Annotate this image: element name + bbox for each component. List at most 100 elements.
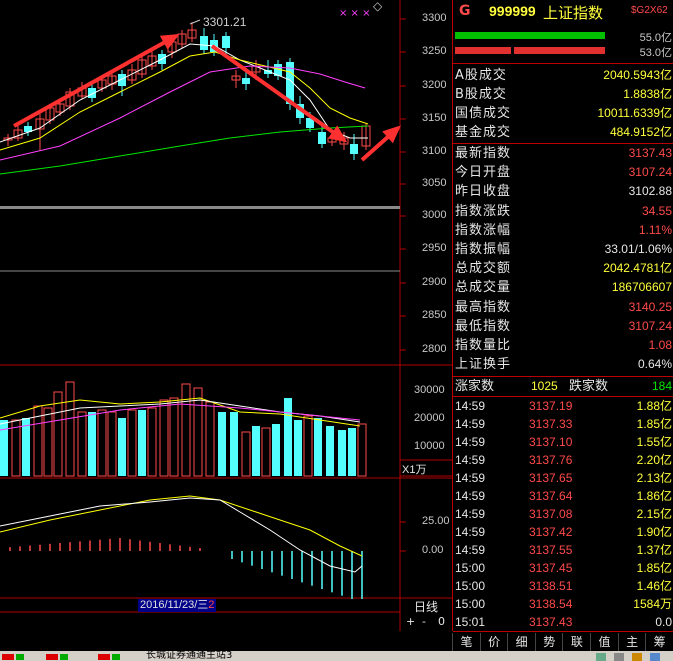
ma60-line <box>0 125 369 175</box>
status-text: 长城证券通通主站3 <box>146 650 233 661</box>
volume-bar <box>294 420 302 476</box>
tick-row[interactable]: 14:59 3137.33 1.85亿 <box>455 415 673 433</box>
tick-time: 14:59 <box>455 399 486 413</box>
up-count-value: 1025 <box>531 379 558 393</box>
price-tick-label: 2850 <box>422 309 447 321</box>
turnover-label: 国债成交 <box>455 106 512 121</box>
tick-price: 3137.45 <box>529 561 573 575</box>
tick-row[interactable]: 14:59 3137.10 1.55亿 <box>455 433 673 451</box>
tick-row[interactable]: 14:59 3137.64 1.86亿 <box>455 487 673 505</box>
tray-icon[interactable] <box>650 653 660 661</box>
candle-body <box>318 132 326 144</box>
stat-row: 指数涨幅 1.11% <box>455 221 673 240</box>
tray-icon[interactable] <box>614 653 624 661</box>
price-tick-label: 3000 <box>422 209 447 221</box>
tick-price: 3137.42 <box>529 525 573 539</box>
buy-power-label: 55.0亿 <box>639 32 672 44</box>
volume-bar <box>338 430 346 476</box>
kline-chart[interactable] <box>0 0 452 631</box>
tick-row[interactable]: 14:59 3137.76 2.20亿 <box>455 451 673 469</box>
turnover-row: B股成交 1.8838亿 <box>455 85 673 104</box>
stat-row: 最低指数 3107.24 <box>455 317 673 336</box>
tab-1[interactable]: 价 <box>479 633 508 651</box>
stat-row: 总成交量 186706607 <box>455 278 673 297</box>
volume-bar <box>252 426 260 476</box>
tick-time: 14:59 <box>455 543 486 557</box>
tab-6[interactable]: 主 <box>617 633 646 651</box>
tick-price: 3137.65 <box>529 471 573 485</box>
tick-row[interactable]: 14:59 3137.19 1.88亿 <box>455 397 673 415</box>
turnover-label: B股成交 <box>455 87 507 102</box>
price-tick-label: 2900 <box>422 276 447 288</box>
period-label[interactable]: 日线 <box>414 598 438 615</box>
stat-value: 1.11% <box>638 222 672 237</box>
tick-row[interactable]: 14:59 3137.08 2.15亿 <box>455 505 673 523</box>
stat-value: 3107.24 <box>628 165 672 180</box>
tick-row[interactable]: 14:59 3137.42 1.90亿 <box>455 523 673 541</box>
tray-icon[interactable] <box>596 653 606 661</box>
volume-bar <box>88 412 96 476</box>
sell-power-bar-gap <box>511 47 514 54</box>
down-count-value: 184 <box>651 379 672 393</box>
tray-icon[interactable] <box>632 653 642 661</box>
price-tick-label: 2800 <box>422 343 447 355</box>
tick-volume: 0.0 <box>655 615 672 629</box>
stat-value: 1.08 <box>648 338 672 352</box>
tab-0[interactable]: 笔 <box>452 633 480 651</box>
tab-5[interactable]: 值 <box>590 633 618 651</box>
tick-row[interactable]: 14:59 3137.65 2.13亿 <box>455 469 673 487</box>
gray-band <box>0 206 400 209</box>
stat-value: 3140.25 <box>628 299 672 314</box>
volume-bar <box>284 398 292 476</box>
stat-label: 总成交量 <box>455 280 512 296</box>
price-tick-label: 3100 <box>422 145 447 157</box>
tray-icons <box>596 653 666 661</box>
quote-extra: $G2X62 <box>631 5 668 16</box>
tab-7[interactable]: 筹 <box>645 633 673 651</box>
zoom-reset-button[interactable]: 0 <box>438 615 445 628</box>
tick-row[interactable]: 14:59 3137.55 1.37亿 <box>455 541 673 559</box>
volume-bar <box>357 423 367 477</box>
stat-row: 指数涨跌 34.55 <box>455 202 673 221</box>
candle-body <box>200 36 208 50</box>
tick-price: 3138.54 <box>529 597 573 611</box>
tick-time: 14:59 <box>455 525 486 539</box>
zoom-in-button[interactable]: + <box>406 615 415 628</box>
dif-line <box>0 497 363 573</box>
tick-time: 14:59 <box>455 507 486 521</box>
tab-3[interactable]: 势 <box>534 633 563 651</box>
tick-row[interactable]: 15:00 3137.45 1.85亿 <box>455 559 673 577</box>
tick-row[interactable]: 15:01 3137.43 0.0 <box>455 613 673 631</box>
stat-label: 指数量比 <box>455 338 512 353</box>
zoom-controls: + - 0 <box>404 615 450 629</box>
tab-4[interactable]: 联 <box>562 633 590 651</box>
price-tick-label: 3300 <box>422 12 447 24</box>
macd-tick-label: 25.00 <box>422 515 450 527</box>
stat-value: 3107.24 <box>628 318 672 333</box>
price-tick-label: 3250 <box>422 45 447 57</box>
stat-row: 最高指数 3140.25 <box>455 298 673 317</box>
volume-bar <box>65 381 75 477</box>
tab-2[interactable]: 细 <box>507 633 535 651</box>
tick-price: 3137.76 <box>529 453 573 467</box>
zoom-out-button[interactable]: - <box>422 615 426 628</box>
volume-bar <box>230 412 238 476</box>
trend-arrow-up <box>13 34 177 128</box>
volume-bar <box>43 407 53 477</box>
stat-value: 2042.4781亿 <box>603 261 672 276</box>
diamond-icon[interactable]: ◇ <box>373 0 382 13</box>
stat-value: 34.55 <box>641 203 672 218</box>
stat-row: 最新指数 3137.43 <box>455 144 673 163</box>
tick-row[interactable]: 15:00 3138.51 1.46亿 <box>455 577 673 595</box>
volume-tick-label: 20000 <box>414 412 445 424</box>
volume-bar <box>241 431 251 477</box>
volume-bar <box>147 407 157 477</box>
volume-bar <box>205 401 215 477</box>
status-bar: 长城证券通通主站3 <box>0 650 673 661</box>
tick-price: 3137.33 <box>529 417 573 431</box>
tick-time: 14:59 <box>455 471 486 485</box>
status-indicator-red <box>2 654 14 660</box>
tick-row[interactable]: 15:00 3138.54 1584万 <box>455 595 673 613</box>
tick-price: 3137.08 <box>529 507 573 521</box>
candle-body <box>242 78 250 84</box>
